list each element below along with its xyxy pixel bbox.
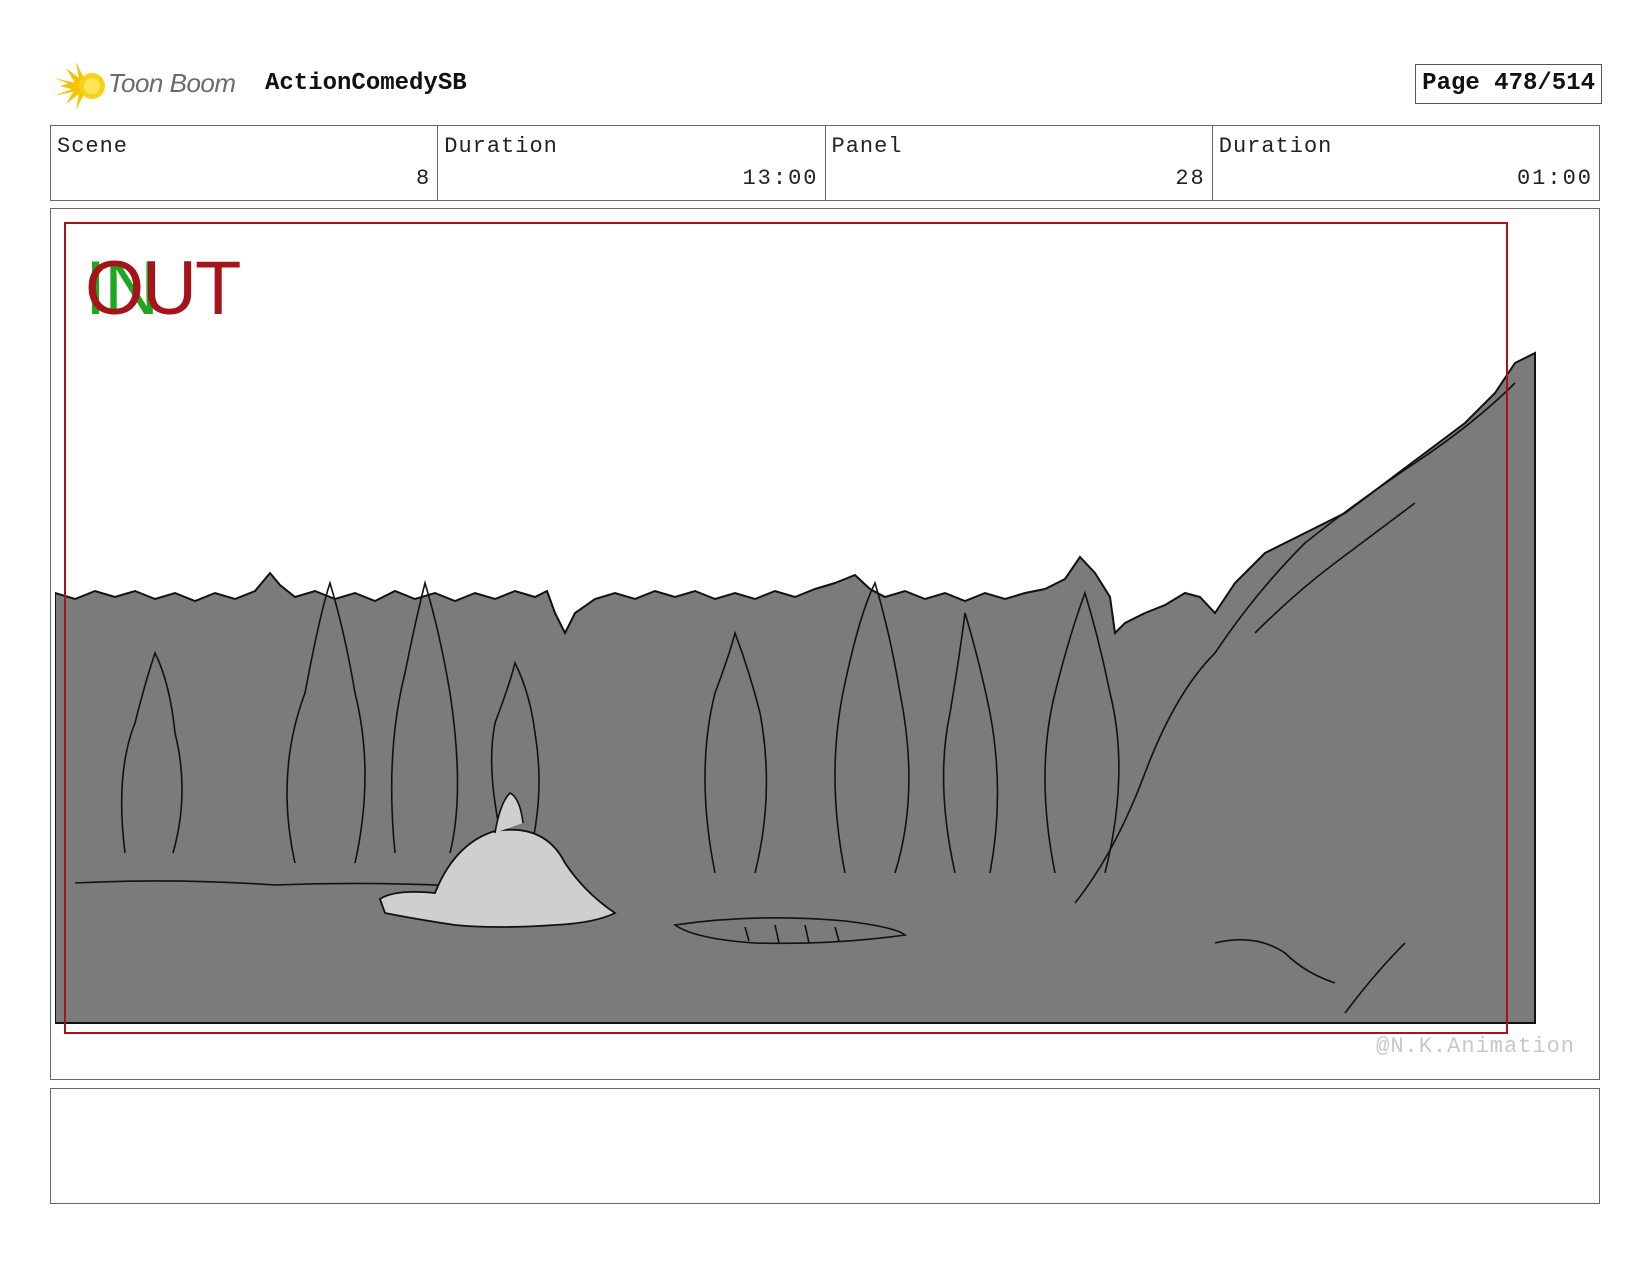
panel-value: 28 [1175,166,1206,191]
page-number-box: Page 478/514 [1415,64,1602,104]
project-title: ActionComedySB [265,70,467,97]
toon-boom-logo: Toon Boom [52,58,252,114]
page-header: Toon Boom ActionComedySB Page 478/514 [52,58,1602,114]
panel-duration-label: Duration [1218,134,1333,159]
panel-duration-cell: Duration 01:00 [1213,126,1599,200]
out-label: OUT [85,246,241,331]
scene-duration-label: Duration [444,134,558,159]
scene-cell: Scene 8 [51,126,439,200]
panel-duration-value: 01:00 [1516,166,1593,191]
logo-text: Toon Boom [108,68,236,98]
scene-duration-cell: Duration 13:00 [438,126,826,200]
scene-value: 8 [416,166,432,191]
scene-duration-value: 13:00 [742,166,819,191]
scene-label: Scene [57,134,129,159]
watermark-text: @N.K.Animation [1376,1034,1575,1059]
panel-label: Panel [831,134,903,159]
in-out-marker: IN OUT [85,245,285,331]
panel-drawing: IN OUT @N.K.Animation [55,213,1595,1075]
forest-scene-illustration [55,213,1595,1075]
storyboard-panel: IN OUT @N.K.Animation [50,208,1600,1080]
starburst-logo-icon [54,62,105,110]
panel-cell: Panel 28 [826,126,1213,200]
panel-notes-box [50,1088,1600,1204]
scene-info-table: Scene 8 Duration 13:00 Panel 28 Duration… [50,125,1600,201]
